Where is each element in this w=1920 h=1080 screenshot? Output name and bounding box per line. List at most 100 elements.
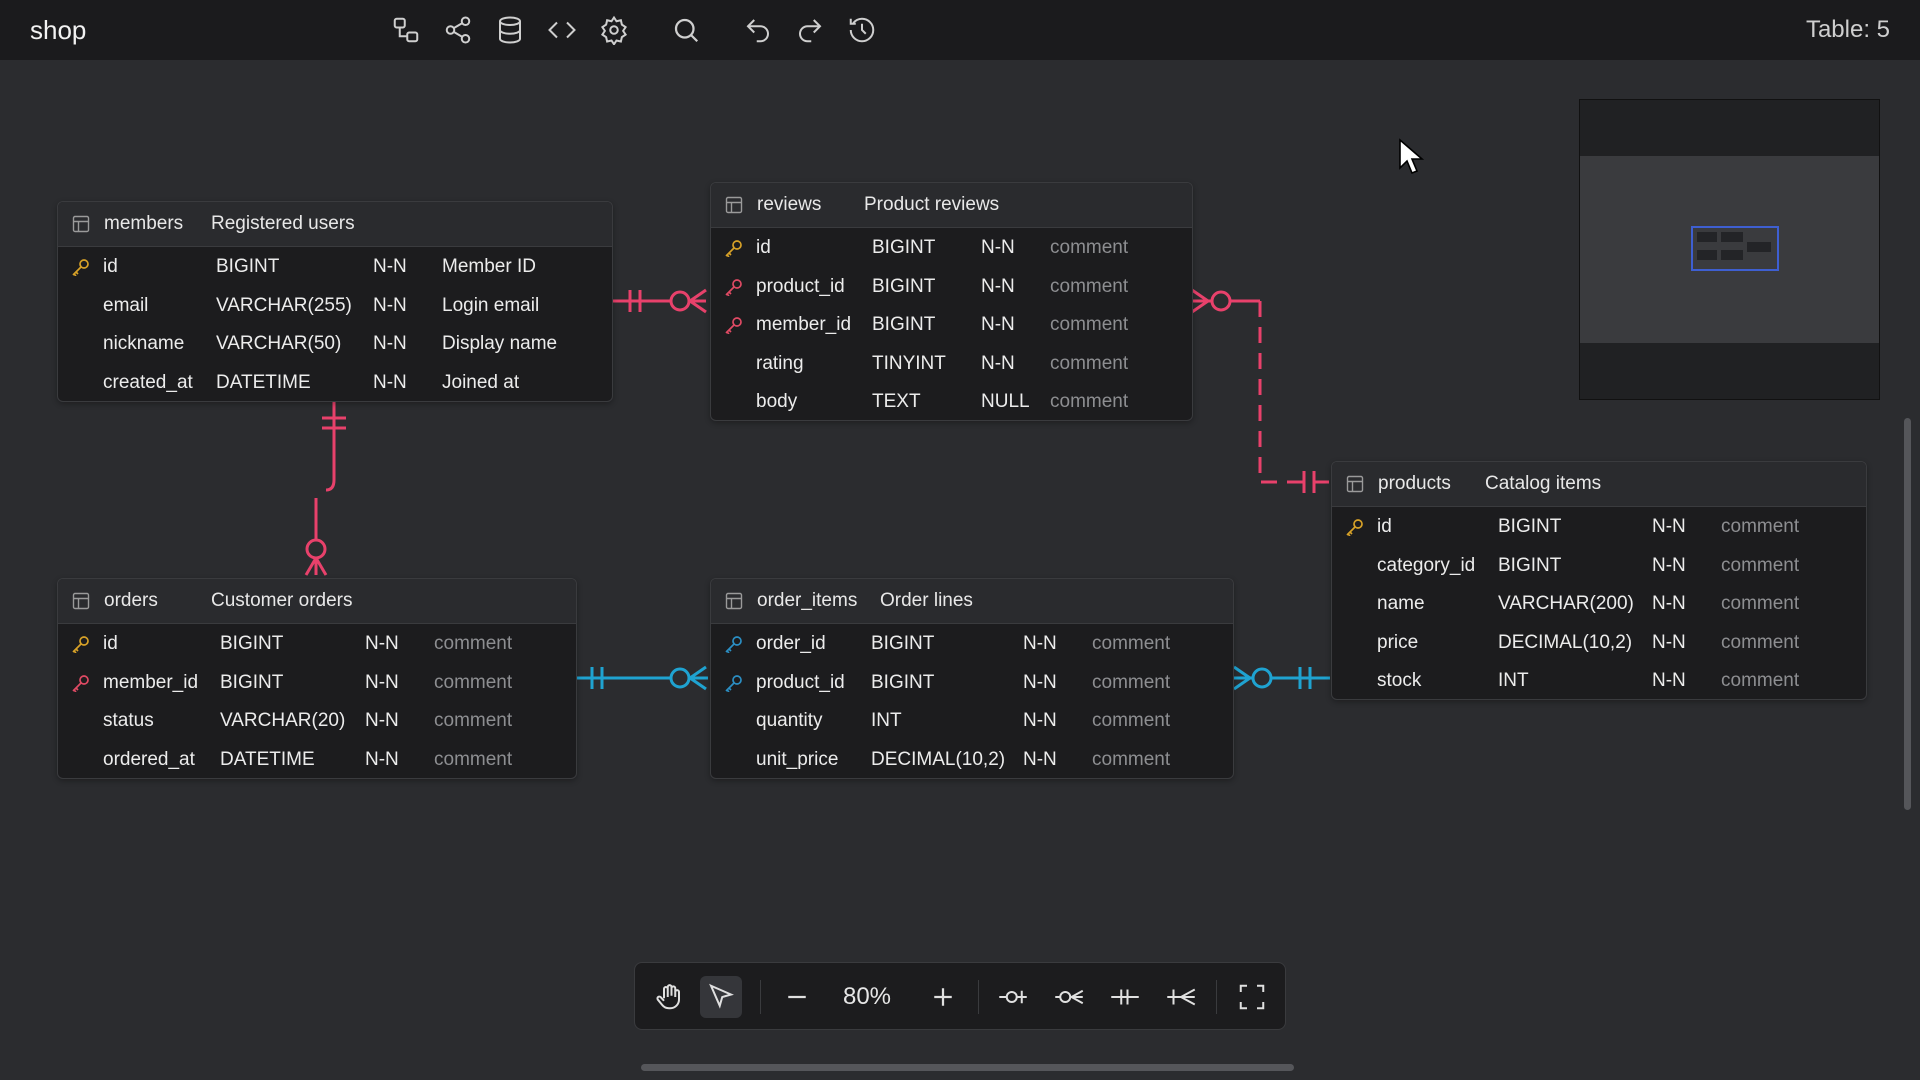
column-row[interactable]: id BIGINT N-N comment xyxy=(711,228,1192,267)
zoom-in-button[interactable] xyxy=(922,976,964,1018)
diagram-icon[interactable] xyxy=(388,12,424,48)
column-comment: Login email xyxy=(442,294,540,316)
column-nullability: N-N xyxy=(1652,516,1686,537)
table-products[interactable]: products Catalog items id BIGINT N-N commen… xyxy=(1331,461,1867,700)
column-type: VARCHAR(255) xyxy=(216,294,352,316)
minimap[interactable] xyxy=(1579,99,1880,400)
zero-or-many-button[interactable] xyxy=(1048,976,1090,1018)
column-row[interactable]: email VARCHAR(255) N-N Login email xyxy=(58,286,612,325)
column-row[interactable]: member_id BIGINT N-N comment xyxy=(58,663,576,702)
minimap-viewport[interactable] xyxy=(1691,226,1779,271)
column-type: INT xyxy=(1498,670,1529,691)
column-type: BIGINT xyxy=(220,633,284,654)
column-row[interactable]: quantity INT N-N comment xyxy=(711,701,1233,740)
column-nullability: NULL xyxy=(981,391,1030,412)
column-type: BIGINT xyxy=(872,314,936,335)
column-type: BIGINT xyxy=(872,237,936,258)
table-header[interactable]: reviews Product reviews xyxy=(711,183,1192,228)
column-row[interactable]: ordered_at DATETIME N-N comment xyxy=(58,740,576,779)
column-row[interactable]: stock INT N-N comment xyxy=(1332,661,1866,699)
column-row[interactable]: product_id BIGINT N-N comment xyxy=(711,663,1233,702)
table-header[interactable]: orders Customer orders xyxy=(58,579,576,624)
column-name: member_id xyxy=(103,671,199,693)
column-comment: comment xyxy=(1092,633,1171,654)
relation-reviews-products xyxy=(1191,288,1330,493)
column-row[interactable]: nickname VARCHAR(50) N-N Display name xyxy=(58,324,612,363)
vertical-scrollbar[interactable] xyxy=(1904,418,1911,810)
column-row[interactable]: price DECIMAL(10,2) N-N comment xyxy=(1332,623,1866,662)
column-row[interactable]: name VARCHAR(200) N-N comment xyxy=(1332,584,1866,623)
column-type: BIGINT xyxy=(1498,516,1562,537)
one-or-zero-icon xyxy=(999,990,1027,1004)
column-name: created_at xyxy=(103,371,193,393)
gear-icon[interactable] xyxy=(596,12,632,48)
column-type: TINYINT xyxy=(872,352,946,374)
column-row[interactable]: status VARCHAR(20) N-N comment xyxy=(58,701,576,740)
column-row[interactable]: unit_price DECIMAL(10,2) N-N comment xyxy=(711,740,1233,779)
one-or-zero-button[interactable] xyxy=(992,976,1034,1018)
zoom-level: 80% xyxy=(842,983,892,1010)
undo-icon[interactable] xyxy=(740,12,776,48)
column-nullability: N-N xyxy=(981,352,1015,374)
column-name: member_id xyxy=(756,314,852,335)
table-icon xyxy=(725,196,743,214)
horizontal-scrollbar[interactable] xyxy=(641,1064,1294,1071)
column-name: id xyxy=(1377,516,1392,537)
column-row[interactable]: created_at DATETIME N-N Joined at xyxy=(58,363,612,402)
minimap-offscreen-bottom xyxy=(1580,343,1879,399)
table-header[interactable]: products Catalog items xyxy=(1332,462,1866,507)
hand-tool-button[interactable] xyxy=(648,976,690,1018)
column-row[interactable]: id BIGINT N-N comment xyxy=(58,624,576,663)
column-comment: comment xyxy=(1721,670,1800,691)
column-comment: comment xyxy=(1092,710,1171,731)
column-row[interactable]: body TEXT NULL comment xyxy=(711,382,1192,420)
table-name: order_items xyxy=(757,590,858,611)
column-type: DECIMAL(10,2) xyxy=(871,748,1006,770)
column-nullability: N-N xyxy=(373,256,407,277)
table-order-items[interactable]: order_items Order lines order_id BIGINT N-… xyxy=(710,578,1234,779)
column-comment: comment xyxy=(1050,352,1129,374)
table-header[interactable]: members Registered users xyxy=(58,202,612,247)
history-icon[interactable] xyxy=(844,12,880,48)
table-name: orders xyxy=(104,590,158,611)
table-members[interactable]: members Registered users id BIGINT N-N Memb… xyxy=(57,201,613,402)
column-row[interactable]: id BIGINT N-N comment xyxy=(1332,507,1866,546)
share-icon[interactable] xyxy=(440,12,476,48)
table-orders[interactable]: orders Customer orders id BIGINT N-N commen… xyxy=(57,578,577,779)
column-comment: comment xyxy=(1092,671,1171,693)
zoom-out-button[interactable] xyxy=(776,976,818,1018)
exactly-one-button[interactable] xyxy=(1104,976,1146,1018)
one-or-many-button[interactable] xyxy=(1160,976,1202,1018)
column-row[interactable]: category_id BIGINT N-N comment xyxy=(1332,546,1866,585)
select-tool-button[interactable] xyxy=(700,976,742,1018)
column-type: VARCHAR(50) xyxy=(216,333,342,354)
column-name: id xyxy=(103,256,118,277)
column-comment: comment xyxy=(1050,391,1129,412)
code-icon[interactable] xyxy=(544,12,580,48)
column-row[interactable]: product_id BIGINT N-N comment xyxy=(711,267,1192,306)
column-comment: comment xyxy=(434,748,513,770)
column-row[interactable]: order_id BIGINT N-N comment xyxy=(711,624,1233,663)
column-type: DATETIME xyxy=(220,748,315,770)
column-name: status xyxy=(103,710,154,731)
column-comment: comment xyxy=(434,633,513,654)
column-type: INT xyxy=(871,710,902,731)
column-row[interactable]: member_id BIGINT N-N comment xyxy=(711,305,1192,344)
table-icon xyxy=(725,592,743,610)
column-comment: comment xyxy=(1050,314,1129,335)
column-name: price xyxy=(1377,631,1419,653)
primary-foreign-key-icon xyxy=(725,674,742,692)
relation-members-orders xyxy=(304,402,346,576)
table-header[interactable]: order_items Order lines xyxy=(711,579,1233,624)
column-name: product_id xyxy=(756,275,845,297)
column-name: rating xyxy=(756,352,804,374)
column-name: email xyxy=(103,294,149,316)
redo-icon[interactable] xyxy=(792,12,828,48)
column-row[interactable]: rating TINYINT N-N comment xyxy=(711,344,1192,383)
fit-screen-button[interactable] xyxy=(1231,976,1273,1018)
database-icon[interactable] xyxy=(492,12,528,48)
column-type: BIGINT xyxy=(1498,554,1562,576)
search-icon[interactable] xyxy=(668,12,704,48)
table-reviews[interactable]: reviews Product reviews id BIGINT N-N comme… xyxy=(710,182,1193,421)
column-row[interactable]: id BIGINT N-N Member ID xyxy=(58,247,612,286)
